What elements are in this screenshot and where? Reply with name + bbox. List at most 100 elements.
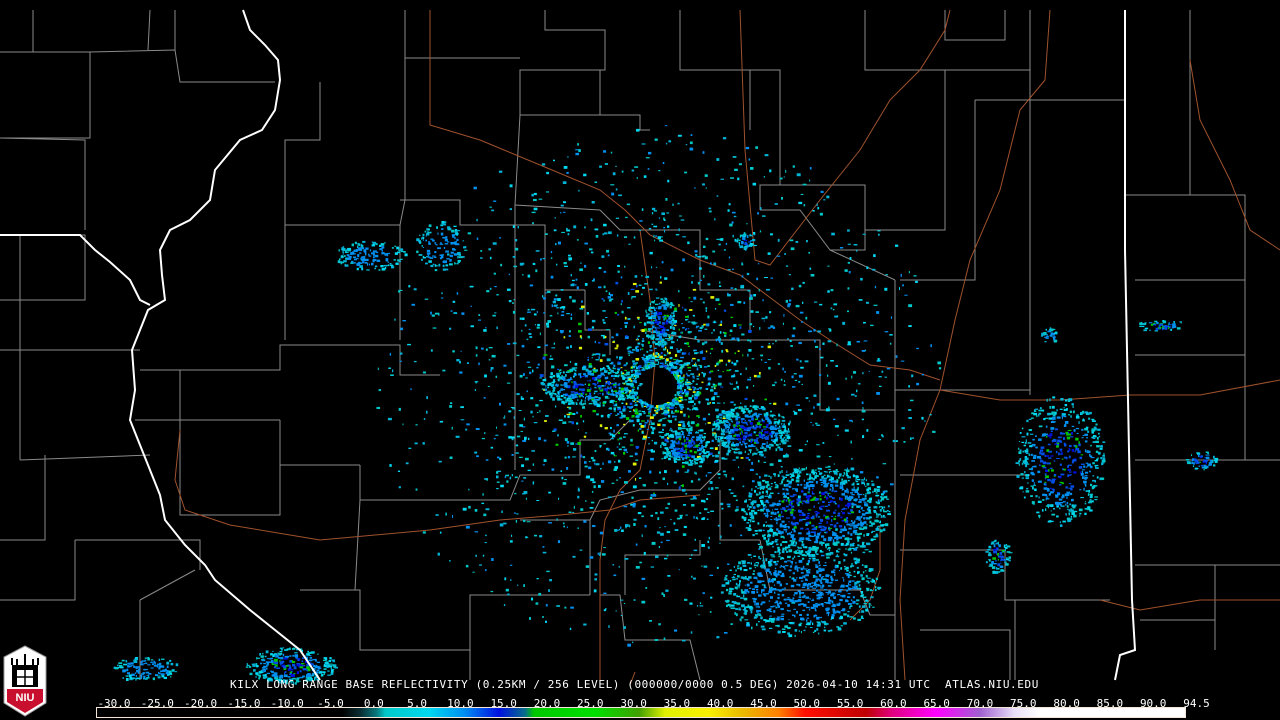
echo-pixel <box>486 290 490 293</box>
echo-pixel <box>624 387 628 390</box>
echo-pixel <box>659 471 662 474</box>
echo-pixel <box>855 560 859 562</box>
echo-pixel <box>768 475 770 477</box>
echo-pixel <box>829 524 833 526</box>
echo-pixel <box>610 151 613 154</box>
echo-pixel <box>789 473 791 475</box>
echo-pixel <box>812 546 816 549</box>
echo-pixel <box>808 490 810 493</box>
echo-pixel <box>489 206 492 208</box>
echo-pixel <box>849 543 853 547</box>
echo-pixel <box>748 499 752 501</box>
echo-pixel <box>793 412 798 415</box>
echo-pixel <box>846 471 848 475</box>
echo-pixel <box>814 301 818 303</box>
echo-pixel <box>769 588 773 592</box>
echo-pixel <box>594 228 599 231</box>
echo-pixel <box>868 501 872 504</box>
echo-pixel <box>527 308 530 311</box>
echo-pixel <box>802 596 805 598</box>
echo-pixel <box>649 345 652 349</box>
echo-pixel <box>697 340 700 343</box>
echo-pixel <box>633 325 635 329</box>
echo-pixel <box>636 400 639 403</box>
echo-pixel <box>830 480 832 483</box>
county-line <box>0 540 76 601</box>
echo-pixel <box>822 442 825 444</box>
echo-pixel <box>562 522 565 525</box>
echo-pixel <box>828 590 832 594</box>
echo-pixel <box>627 643 632 647</box>
echo-pixel <box>633 518 637 521</box>
echo-pixel <box>857 544 860 547</box>
echo-pixel <box>725 417 727 419</box>
echo-pixel <box>807 478 809 481</box>
echo-pixel <box>718 303 721 306</box>
echo-pixel <box>690 480 694 483</box>
echo-pixel <box>806 552 810 556</box>
echo-pixel <box>884 331 889 333</box>
echo-pixel <box>910 399 914 402</box>
echo-pixel <box>745 146 750 150</box>
echo-pixel <box>787 338 789 340</box>
echo-pixel <box>558 419 563 421</box>
echo-pixel <box>769 619 773 622</box>
echo-pixel <box>693 577 696 580</box>
echo-pixel <box>615 188 618 191</box>
echo-pixel <box>572 413 576 416</box>
echo-pixel <box>762 488 765 490</box>
echo-pixel <box>574 374 576 377</box>
echo-pixel <box>604 384 606 387</box>
echo-pixel <box>751 461 754 465</box>
echo-pixel <box>768 443 773 446</box>
echo-pixel <box>710 262 712 265</box>
echo-pixel <box>708 207 712 210</box>
echo-pixel <box>675 397 677 399</box>
echo-pixel <box>747 434 751 436</box>
echo-pixel <box>687 241 690 245</box>
echo-pixel <box>623 405 626 409</box>
echo-pixel <box>820 484 823 486</box>
echo-pixel <box>835 589 837 592</box>
echo-pixel <box>770 435 773 438</box>
echo-pixel <box>800 193 804 196</box>
echo-pixel <box>470 325 474 328</box>
echo-pixel <box>837 512 841 515</box>
echo-pixel <box>551 347 556 349</box>
echo-pixel <box>808 557 812 560</box>
echo-pixel <box>624 236 628 239</box>
echo-pixel <box>696 415 700 417</box>
echo-pixel <box>512 302 514 304</box>
echo-pixel <box>840 609 845 612</box>
county-line <box>1125 194 1246 281</box>
echo-pixel <box>555 384 559 386</box>
echo-pixel <box>564 364 568 367</box>
echo-pixel <box>552 374 556 378</box>
echo-pixel <box>652 414 656 417</box>
echo-pixel <box>833 511 836 514</box>
echo-pixel <box>734 352 737 355</box>
echo-pixel <box>692 314 695 317</box>
echo-pixel <box>857 618 861 622</box>
echo-pixel <box>532 482 534 485</box>
echo-pixel <box>632 504 636 508</box>
echo-pixel <box>538 198 543 200</box>
echo-pixel <box>503 417 506 419</box>
echo-pixel <box>668 414 671 418</box>
echo-pixel <box>856 587 861 590</box>
echo-pixel <box>686 378 688 382</box>
echo-pixel <box>762 479 764 482</box>
echo-pixel <box>566 229 571 232</box>
echo-pixel <box>689 558 692 560</box>
echo-pixel <box>629 455 634 457</box>
echo-pixel <box>861 605 866 608</box>
echo-pixel <box>774 551 777 553</box>
echo-pixel <box>638 284 642 286</box>
echo-pixel <box>838 628 842 631</box>
echo-pixel <box>809 179 811 182</box>
echo-pixel <box>610 451 615 455</box>
echo-pixel <box>723 430 725 432</box>
echo-pixel <box>847 476 851 479</box>
echo-pixel <box>699 326 703 329</box>
echo-pixel <box>557 298 561 302</box>
